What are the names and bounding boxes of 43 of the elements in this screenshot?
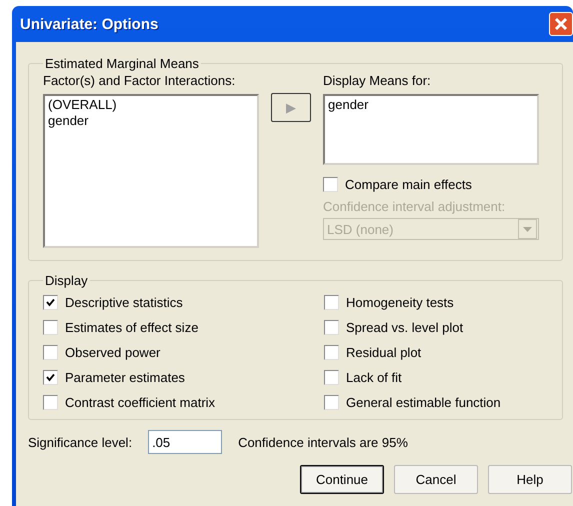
list-item[interactable]: gender [328,97,534,113]
checkbox[interactable] [324,395,339,410]
checkbox[interactable] [43,395,58,410]
checkbox[interactable] [324,295,339,310]
close-icon [554,17,568,31]
dialog-button[interactable]: Continue [300,465,384,494]
checkbox[interactable] [324,320,339,335]
checkbox[interactable] [43,295,58,310]
list-item[interactable]: (OVERALL) [48,97,254,113]
close-button[interactable] [549,12,573,36]
checkbox-label: Parameter estimates [65,370,185,385]
dropdown-label: Confidence interval adjustment: [323,199,506,214]
significance-field[interactable]: .05 [148,430,222,454]
checkbox-label: Estimates of effect size [65,320,198,335]
checkbox-label: Homogeneity tests [346,295,454,310]
factors-list[interactable]: (OVERALL) gender [43,94,259,248]
checkbox-label: Descriptive statistics [65,295,183,310]
field-label: Significance level: [28,434,132,450]
checkbox-label: Residual plot [346,345,422,360]
checkbox-label: Lack of fit [346,370,402,385]
checkbox-label: Observed power [65,345,160,360]
check-icon [46,298,55,307]
window-title: Univariate: Options [20,16,158,32]
list-label: Factor(s) and Factor Interactions: [43,73,236,88]
checkbox[interactable] [43,320,58,335]
confidence-note: Confidence intervals are 95% [238,434,408,450]
checkbox-label: Contrast coefficient matrix [65,395,216,410]
checkbox[interactable] [323,177,338,192]
dialog-button[interactable]: Help [488,465,572,494]
check-icon [46,373,55,382]
dialog-button[interactable]: Cancel [394,465,478,494]
group-title: Estimated Marginal Means [44,56,200,71]
checkbox[interactable] [43,345,58,360]
group-title: Display [44,273,89,288]
checkbox-label: General estimable function [346,395,501,410]
list-item[interactable]: gender [48,113,254,129]
checkbox-label: Compare main effects [345,177,472,192]
checkbox[interactable] [324,370,339,385]
checkbox[interactable] [43,370,58,385]
list-label: Display Means for: [323,73,432,88]
display-means-list[interactable]: gender [323,94,539,165]
checkbox-label: Spread vs. level plot [346,320,464,335]
checkbox[interactable] [324,345,339,360]
